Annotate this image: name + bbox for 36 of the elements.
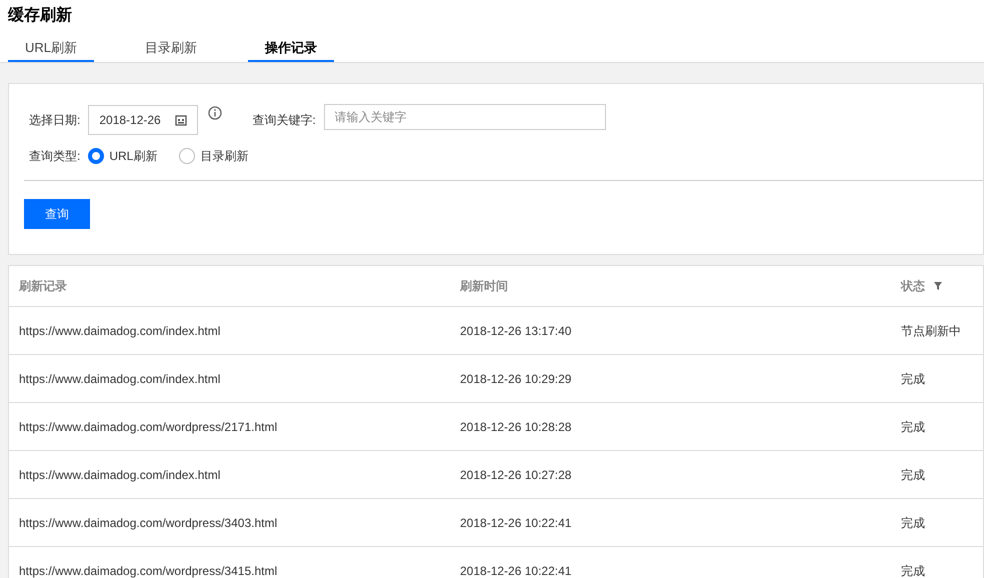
column-header: 状态 bbox=[901, 278, 925, 295]
table-cell-text: https://www.daimadog.com/wordpress/3415.html bbox=[19, 562, 278, 578]
column-header: 刷新时间 bbox=[460, 278, 509, 295]
date-label: 选择日期: bbox=[29, 112, 80, 129]
table-cell-text: https://www.daimadog.com/wordpress/3403.html bbox=[19, 514, 278, 532]
filter-icon[interactable] bbox=[933, 281, 943, 291]
table-cell-text: https://www.daimadog.com/wordpress/2171.html bbox=[19, 418, 278, 436]
table-cell-text: https://www.daimadog.com/index.html bbox=[19, 322, 222, 340]
table-cell-text: https://www.daimadog.com/index.html bbox=[19, 466, 222, 484]
table-cell-text: 完成 bbox=[901, 514, 925, 532]
table-cell-text: https://www.daimadog.com/index.html bbox=[19, 370, 222, 388]
radio-option[interactable]: 目录刷新 bbox=[179, 147, 248, 165]
table-cell-text: 2018-12-26 10:27:28 bbox=[460, 466, 572, 484]
page-title: 缓存刷新 bbox=[6, 5, 73, 26]
column-header: 刷新记录 bbox=[19, 278, 68, 295]
keyword-label: 查询关键字: bbox=[252, 112, 316, 129]
keyword-field[interactable]: 请输入关键字 bbox=[324, 104, 606, 130]
table-cell-text: 2018-12-26 13:17:40 bbox=[460, 322, 572, 340]
radio-option[interactable]: URL刷新 bbox=[88, 147, 158, 165]
table-cell-text: 2018-12-26 10:22:41 bbox=[460, 514, 572, 532]
table-cell-text: 2018-12-26 10:29:29 bbox=[460, 370, 572, 388]
table-cell-text: 完成 bbox=[901, 370, 925, 388]
tab[interactable]: URL刷新 bbox=[8, 36, 94, 62]
date-field[interactable]: 2018-12-26 bbox=[88, 105, 198, 135]
info-icon[interactable] bbox=[208, 106, 222, 120]
table-cell-text: 2018-12-26 10:22:41 bbox=[460, 562, 572, 578]
table-cell-text: 节点刷新中 bbox=[901, 322, 961, 340]
table-cell-text: 完成 bbox=[901, 562, 925, 578]
type-label: 查询类型: bbox=[29, 148, 80, 165]
query-button[interactable]: 查询 bbox=[24, 199, 90, 229]
tab[interactable]: 目录刷新 bbox=[128, 36, 214, 62]
calendar-icon bbox=[175, 114, 188, 126]
table-cell-text: 完成 bbox=[901, 466, 925, 484]
table-cell-text: 2018-12-26 10:28:28 bbox=[460, 418, 572, 436]
tab[interactable]: 操作记录 bbox=[248, 36, 334, 62]
table-cell-text: 完成 bbox=[901, 418, 925, 436]
